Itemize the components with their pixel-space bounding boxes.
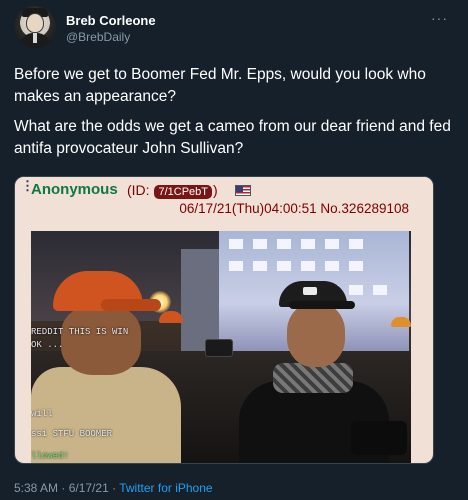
tweet-source-link[interactable]: Twitter for iPhone bbox=[119, 481, 212, 495]
post-datetime-number: 06/17/21(Thu)04:00:51 No.326289108 bbox=[179, 201, 409, 216]
tweet-time[interactable]: 5:38 AM bbox=[14, 481, 58, 495]
stream-chat-line: ssi STFU BOOMER bbox=[31, 429, 113, 439]
stream-chat-line: llowed! bbox=[31, 451, 69, 461]
tweet-paragraph: Before we get to Boomer Fed Mr. Epps, wo… bbox=[14, 66, 426, 105]
separator: · bbox=[58, 481, 69, 495]
avatar-tie bbox=[33, 33, 37, 43]
camera bbox=[351, 421, 407, 455]
post-id-suffix: ) bbox=[212, 182, 218, 198]
tweet-footer: 5:38 AM · 6/17/21 · Twitter for iPhone bbox=[14, 481, 213, 495]
separator: · bbox=[108, 481, 120, 495]
more-options-icon[interactable]: ··· bbox=[431, 10, 448, 26]
tweet-media-image[interactable]: ⋮ Anonymous (ID: 7/1CPebT) 06/17/21(Thu)… bbox=[14, 176, 434, 464]
post-id-prefix: (ID: bbox=[127, 182, 150, 198]
crowd-hat bbox=[391, 317, 411, 327]
author-name[interactable]: Breb Corleone bbox=[66, 13, 156, 28]
post-id-badge: 7/1CPebT bbox=[154, 185, 212, 199]
tweet-paragraph: What are the odds we get a cameo from ou… bbox=[14, 118, 451, 157]
video-frame: REDDIT THIS IS WIN OK ... will ssi STFU … bbox=[31, 231, 411, 463]
post-author-name: Anonymous bbox=[31, 181, 118, 198]
avatar-icon[interactable] bbox=[14, 6, 56, 48]
stream-chat-line: OK ... bbox=[31, 340, 64, 350]
tweet-text: Before we get to Boomer Fed Mr. Epps, wo… bbox=[14, 64, 454, 168]
avatar-face bbox=[26, 13, 44, 33]
stream-chat-line: will bbox=[31, 409, 53, 419]
post-id: (ID: 7/1CPebT) bbox=[127, 182, 218, 199]
chan-post-header: ⋮ Anonymous (ID: 7/1CPebT) 06/17/21(Thu)… bbox=[15, 177, 433, 223]
author-handle[interactable]: @BrebDaily bbox=[66, 30, 130, 44]
tweet-header: Breb Corleone @BrebDaily ··· bbox=[14, 6, 454, 50]
us-flag-icon bbox=[235, 185, 251, 196]
phone bbox=[205, 339, 233, 357]
post-menu-icon: ⋮ bbox=[21, 178, 34, 193]
stream-chat-line: REDDIT THIS IS WIN bbox=[31, 327, 129, 337]
tweet-date[interactable]: 6/17/21 bbox=[69, 481, 109, 495]
